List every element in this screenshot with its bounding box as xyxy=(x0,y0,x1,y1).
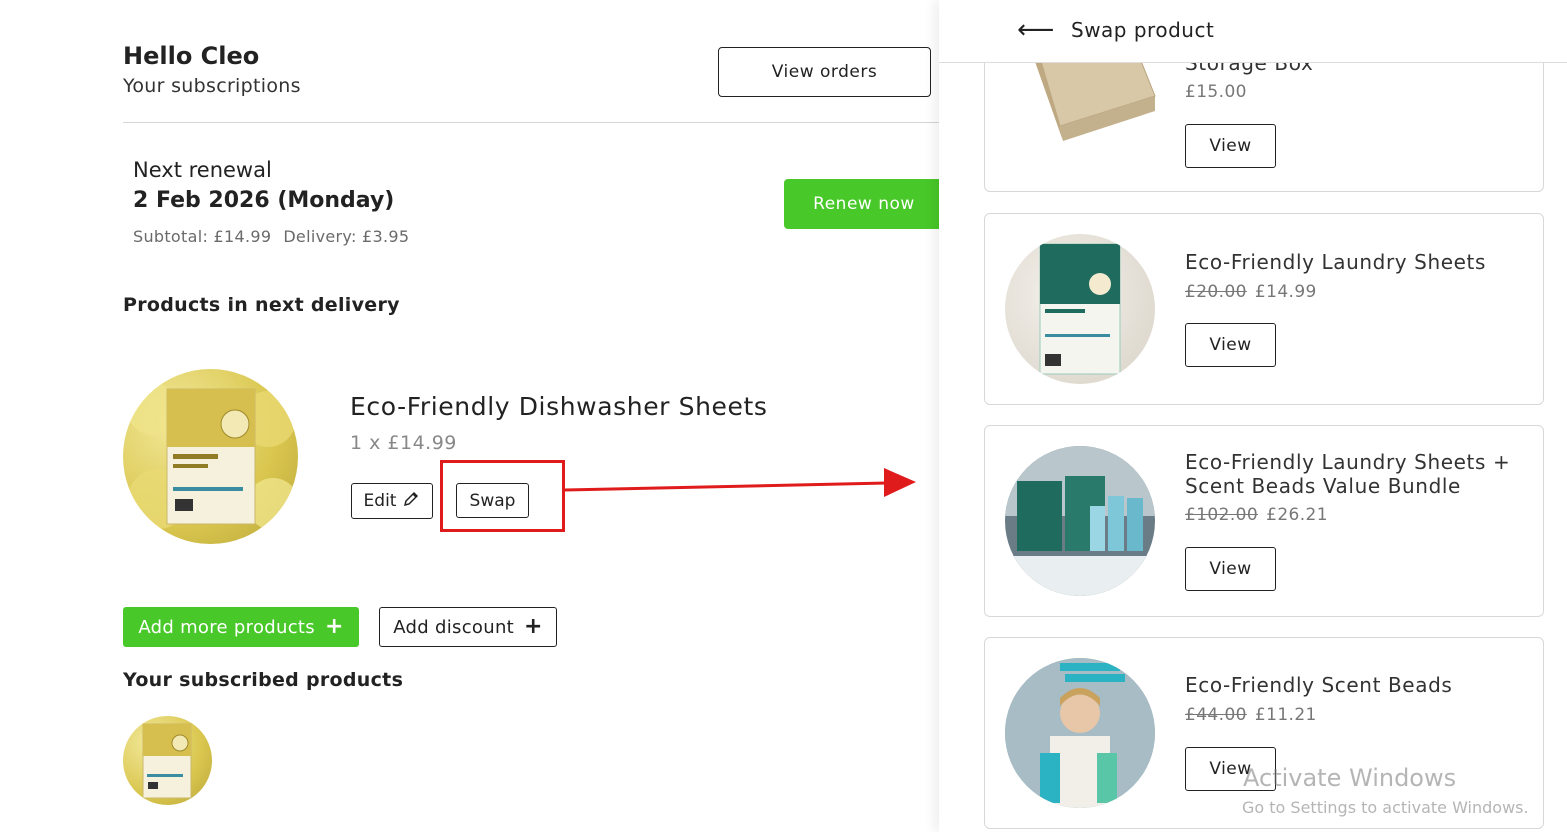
add-more-products-button[interactable]: Add more products + xyxy=(123,607,359,647)
page-subtitle: Your subscriptions xyxy=(123,75,301,97)
subscribed-product-thumbnail[interactable] xyxy=(123,716,212,805)
card-current-price: £26.21 xyxy=(1266,505,1328,525)
product-name: Eco-Friendly Dishwasher Sheets xyxy=(350,392,768,421)
swap-product-drawer: ⟵ Swap product Storage Box £15.00 View E… xyxy=(939,0,1567,832)
plus-icon: + xyxy=(524,614,543,639)
next-renewal-date: 2 Feb 2026 (Monday) xyxy=(133,188,395,213)
product-image xyxy=(1005,234,1155,384)
watermark-line-1: Activate Windows xyxy=(1243,764,1457,792)
card-current-price: £15.00 xyxy=(1185,82,1247,102)
drawer-title: Swap product xyxy=(1071,18,1215,42)
add-discount-button[interactable]: Add discount + xyxy=(379,607,557,647)
divider xyxy=(123,122,940,123)
order-totals: Subtotal: £14.99 Delivery: £3.95 xyxy=(133,227,409,246)
watermark-line-2: Go to Settings to activate Windows. xyxy=(1242,798,1529,817)
drawer-header: ⟵ Swap product xyxy=(939,0,1567,63)
subscribed-products-title: Your subscribed products xyxy=(123,669,404,691)
edit-label: Edit xyxy=(363,491,397,511)
view-button[interactable]: View xyxy=(1185,323,1276,367)
card-price: £44.00 £11.21 xyxy=(1185,705,1317,725)
next-renewal-label: Next renewal xyxy=(133,158,272,182)
card-price: £15.00 xyxy=(1185,82,1247,102)
view-orders-button[interactable]: View orders xyxy=(718,47,931,97)
card-product-name: Eco-Friendly Scent Beads xyxy=(1185,673,1453,697)
card-product-name: Eco-Friendly Laundry Sheets xyxy=(1185,250,1487,274)
card-price: £102.00 £26.21 xyxy=(1185,505,1328,525)
edit-button[interactable]: Edit xyxy=(351,483,433,519)
subtotal-text: Subtotal: £14.99 xyxy=(133,227,272,246)
card-original-price: £44.00 xyxy=(1185,705,1247,725)
card-current-price: £11.21 xyxy=(1254,705,1317,725)
product-image xyxy=(1005,658,1155,808)
greeting: Hello Cleo xyxy=(123,42,260,70)
activate-windows-watermark: Activate Windows Go to Settings to activ… xyxy=(1242,764,1529,817)
back-arrow-icon[interactable]: ⟵ xyxy=(1017,15,1054,45)
add-discount-label: Add discount xyxy=(393,616,515,638)
product-image xyxy=(1005,446,1155,596)
view-button[interactable]: View xyxy=(1185,124,1276,168)
delivery-text: Delivery: £3.95 xyxy=(283,227,410,246)
add-more-label: Add more products xyxy=(138,616,315,638)
pencil-icon xyxy=(402,490,420,513)
card-original-price: £20.00 xyxy=(1185,282,1247,302)
card-price: £20.00 £14.99 xyxy=(1185,282,1317,302)
product-qty-price: 1 x £14.99 xyxy=(350,432,457,454)
annotation-arrow xyxy=(564,468,916,497)
view-button[interactable]: View xyxy=(1185,547,1276,591)
plus-icon: + xyxy=(324,614,344,639)
card-current-price: £14.99 xyxy=(1254,282,1317,302)
product-image xyxy=(123,369,298,544)
subscriptions-page: Hello Cleo Your subscriptions View order… xyxy=(0,0,944,832)
renew-now-button[interactable]: Renew now xyxy=(784,179,944,229)
card-product-name: Eco-Friendly Laundry Sheets + Scent Bead… xyxy=(1185,450,1511,498)
swap-product-card: Eco-Friendly Laundry Sheets + Scent Bead… xyxy=(984,425,1544,617)
swap-product-card: Eco-Friendly Laundry Sheets £20.00 £14.99… xyxy=(984,213,1544,405)
swap-highlight-box xyxy=(440,460,565,532)
card-original-price: £102.00 xyxy=(1185,505,1259,525)
next-delivery-title: Products in next delivery xyxy=(123,294,400,316)
